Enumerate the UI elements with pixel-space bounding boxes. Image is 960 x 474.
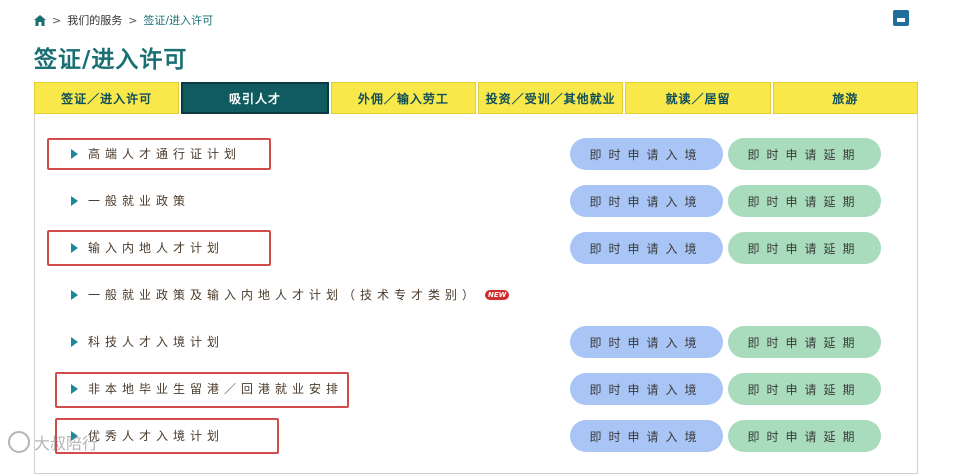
- item-label: 一般就业政策及输入内地人才计划（技术专才类别）: [88, 288, 480, 302]
- item-link[interactable]: 一般就业政策及输入内地人才计划（技术专才类别） NEW: [71, 286, 510, 303]
- triangle-icon: [71, 195, 78, 206]
- tab-travel[interactable]: 旅游: [772, 82, 918, 114]
- print-icon[interactable]: [893, 10, 909, 26]
- apply-entry-button[interactable]: 即时申请入境: [570, 185, 723, 217]
- tab-bar: 签证／进入许可 吸引人才 外佣／输入劳工 投资／受训／其他就业 就读／居留 旅游: [34, 82, 918, 114]
- list-item: 一般就业政策 即时申请入境 即时申请延期: [35, 184, 919, 218]
- apply-entry-button[interactable]: 即时申请入境: [570, 373, 723, 405]
- list-item: 科技人才入境计划 即时申请入境 即时申请延期: [35, 325, 919, 359]
- watermark-text: 大叔陪行: [34, 434, 99, 453]
- apply-extension-button[interactable]: 即时申请延期: [728, 373, 881, 405]
- home-icon[interactable]: [34, 14, 46, 26]
- tab-domestic-helpers[interactable]: 外佣／输入劳工: [330, 82, 476, 114]
- apply-extension-button[interactable]: 即时申请延期: [728, 326, 881, 358]
- apply-extension-button[interactable]: 即时申请延期: [728, 185, 881, 217]
- tab-study-residence[interactable]: 就读／居留: [625, 82, 771, 114]
- tab-investment[interactable]: 投资／受训／其他就业: [477, 82, 624, 114]
- apply-extension-button[interactable]: 即时申请延期: [728, 138, 881, 170]
- list-item: 一般就业政策及输入内地人才计划（技术专才类别） NEW: [35, 278, 919, 312]
- watermark: 大叔陪行: [8, 430, 98, 454]
- breadcrumb-separator: >: [128, 13, 138, 27]
- item-link[interactable]: 一般就业政策: [71, 192, 190, 209]
- item-link[interactable]: 科技人才入境计划: [71, 333, 224, 350]
- watermark-logo-icon: [8, 431, 30, 453]
- page-title: 签证/进入许可: [34, 47, 188, 73]
- apply-extension-button[interactable]: 即时申请延期: [728, 420, 881, 452]
- breadcrumb-current: 签证/进入许可: [143, 14, 214, 27]
- triangle-icon: [71, 289, 78, 300]
- tab-visa-entry[interactable]: 签证／进入许可: [34, 82, 180, 114]
- apply-entry-button[interactable]: 即时申请入境: [570, 420, 723, 452]
- highlight-box: [47, 230, 271, 266]
- apply-extension-button[interactable]: 即时申请延期: [728, 232, 881, 264]
- triangle-icon: [71, 336, 78, 347]
- apply-entry-button[interactable]: 即时申请入境: [570, 232, 723, 264]
- tab-talent[interactable]: 吸引人才: [181, 82, 329, 114]
- item-label: 科技人才入境计划: [88, 335, 225, 349]
- new-badge: NEW: [485, 289, 510, 300]
- item-label: 一般就业政策: [88, 194, 191, 208]
- apply-entry-button[interactable]: 即时申请入境: [570, 326, 723, 358]
- highlight-box: [47, 138, 271, 170]
- apply-entry-button[interactable]: 即时申请入境: [570, 138, 723, 170]
- highlight-box: [55, 372, 349, 408]
- breadcrumb: > 我们的服务 > 签证/进入许可: [34, 12, 213, 28]
- breadcrumb-our-services[interactable]: 我们的服务: [67, 12, 122, 28]
- breadcrumb-separator: >: [52, 13, 62, 27]
